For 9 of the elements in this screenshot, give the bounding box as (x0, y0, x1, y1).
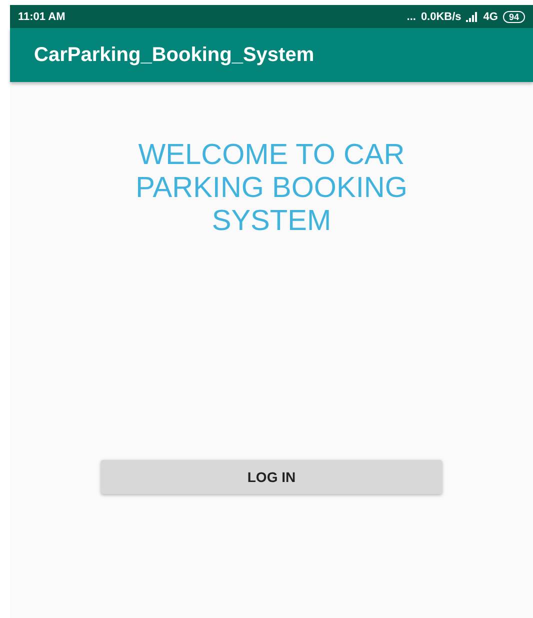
network-speed: 0.0KB/s (420, 10, 462, 22)
app-title: CarParking_Booking_System (34, 44, 314, 66)
status-time: 11:01 AM (18, 10, 66, 22)
welcome-heading: WELCOME TO CAR PARKING BOOKING SYSTEM (134, 139, 408, 238)
network-type: 4G (483, 10, 498, 22)
battery-level: 94 (502, 10, 525, 22)
notification-dots: ... (406, 10, 416, 22)
signal-icon (466, 12, 478, 22)
login-button[interactable]: LOG IN (101, 460, 442, 494)
